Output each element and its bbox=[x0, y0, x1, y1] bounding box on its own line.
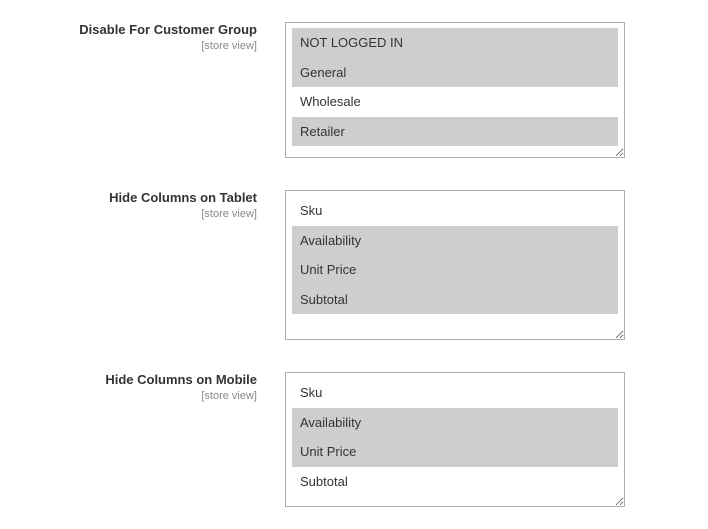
hide-columns-mobile-multiselect[interactable]: Sku Availability Unit Price Subtotal bbox=[285, 372, 625, 507]
field-scope: [store view] bbox=[30, 208, 257, 220]
multiselect-option[interactable]: Subtotal bbox=[292, 285, 618, 315]
field-hide-columns-mobile: Hide Columns on Mobile [store view] Sku … bbox=[30, 372, 678, 507]
field-label-col: Hide Columns on Mobile [store view] bbox=[30, 372, 285, 402]
field-label: Disable For Customer Group bbox=[30, 22, 257, 39]
field-hide-columns-tablet: Hide Columns on Tablet [store view] Sku … bbox=[30, 190, 678, 340]
multiselect-option[interactable]: Unit Price bbox=[292, 437, 618, 467]
multiselect-option[interactable]: Unit Price bbox=[292, 255, 618, 285]
multiselect-option[interactable]: Wholesale bbox=[292, 87, 618, 117]
field-label-col: Disable For Customer Group [store view] bbox=[30, 22, 285, 52]
hide-columns-tablet-multiselect[interactable]: Sku Availability Unit Price Subtotal bbox=[285, 190, 625, 340]
multiselect-option[interactable]: Sku bbox=[292, 378, 618, 408]
field-scope: [store view] bbox=[30, 40, 257, 52]
disable-customer-group-multiselect[interactable]: NOT LOGGED IN General Wholesale Retailer bbox=[285, 22, 625, 158]
multiselect-option[interactable]: Availability bbox=[292, 226, 618, 256]
field-label: Hide Columns on Tablet bbox=[30, 190, 257, 207]
field-label-col: Hide Columns on Tablet [store view] bbox=[30, 190, 285, 220]
field-control-col: Sku Availability Unit Price Subtotal bbox=[285, 372, 625, 507]
field-disable-customer-group: Disable For Customer Group [store view] … bbox=[30, 22, 678, 158]
multiselect-option[interactable]: Availability bbox=[292, 408, 618, 438]
multiselect-option[interactable]: Subtotal bbox=[292, 467, 618, 497]
multiselect-option[interactable]: General bbox=[292, 58, 618, 88]
field-control-col: Sku Availability Unit Price Subtotal bbox=[285, 190, 625, 340]
multiselect-option[interactable]: NOT LOGGED IN bbox=[292, 28, 618, 58]
multiselect-option[interactable]: Retailer bbox=[292, 117, 618, 147]
field-control-col: NOT LOGGED IN General Wholesale Retailer bbox=[285, 22, 625, 158]
field-scope: [store view] bbox=[30, 390, 257, 402]
field-label: Hide Columns on Mobile bbox=[30, 372, 257, 389]
multiselect-option[interactable]: Sku bbox=[292, 196, 618, 226]
